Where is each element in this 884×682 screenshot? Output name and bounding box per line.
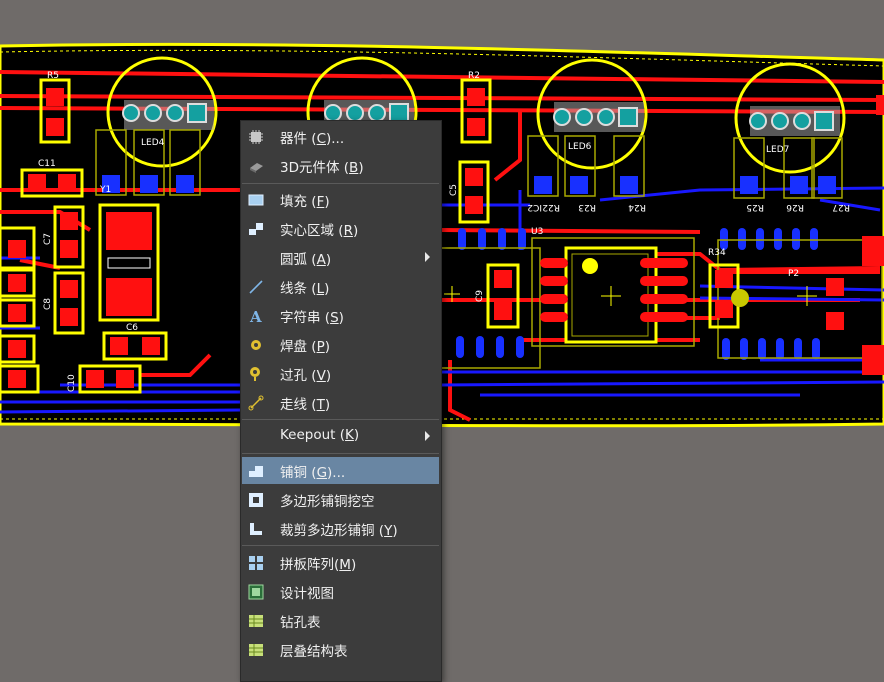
menu-item-label: Keepout (K) xyxy=(280,427,360,443)
menu-item-string[interactable]: A 字符串 (S) xyxy=(242,302,439,329)
menu-item-line[interactable]: 线条 (L) xyxy=(242,273,439,300)
svg-text:U3: U3 xyxy=(531,227,543,237)
menu-item-label: 器件 (C)... xyxy=(280,131,345,147)
menu-item-label: 铺铜 (G)... xyxy=(280,465,346,481)
drill-table-icon xyxy=(248,613,264,629)
menu-item-label: 走线 (T) xyxy=(280,397,331,413)
region-icon xyxy=(248,221,264,237)
menu-item-label: 填充 (F) xyxy=(280,194,330,210)
svg-text:R24: R24 xyxy=(628,202,646,212)
layer-stack-icon xyxy=(248,642,264,658)
menu-separator xyxy=(242,453,439,454)
svg-text:R5: R5 xyxy=(47,71,59,81)
svg-text:R22: R22 xyxy=(542,202,560,212)
menu-item-keepout[interactable]: Keepout (K) xyxy=(242,423,439,450)
chip-icon xyxy=(248,129,264,145)
line-icon xyxy=(248,279,264,295)
svg-text:C8: C8 xyxy=(43,298,53,310)
menu-item-polygon-pour[interactable]: 铺铜 (G)... xyxy=(242,457,439,484)
polygon-pour-icon xyxy=(248,463,264,479)
svg-text:A: A xyxy=(249,308,262,324)
menu-item-drill-table[interactable]: 钻孔表 xyxy=(242,607,439,634)
menu-item-polygon-cutout[interactable]: 多边形铺铜挖空 xyxy=(242,486,439,513)
submenu-arrow-icon xyxy=(425,252,430,262)
menu-separator xyxy=(242,183,439,184)
menu-item-fill[interactable]: 填充 (F) xyxy=(242,186,439,213)
menu-item-label: 字符串 (S) xyxy=(280,310,344,326)
svg-text:P2: P2 xyxy=(788,269,799,279)
menu-item-label: 圆弧 (A) xyxy=(280,252,332,268)
menu-item-solid-region[interactable]: 实心区域 (R) xyxy=(242,215,439,242)
via-icon xyxy=(248,366,264,382)
svg-text:C10: C10 xyxy=(67,374,77,392)
menu-item-arc[interactable]: 圆弧 (A) xyxy=(242,244,439,271)
svg-text:C6: C6 xyxy=(126,323,138,333)
menu-item-label: 焊盘 (P) xyxy=(280,339,330,355)
menu-item-track[interactable]: 走线 (T) xyxy=(242,389,439,416)
svg-text:R23: R23 xyxy=(578,202,596,212)
submenu-arrow-icon xyxy=(425,431,430,441)
svg-text:LED4: LED4 xyxy=(141,138,165,148)
svg-text:C11: C11 xyxy=(38,159,56,169)
track-icon xyxy=(248,395,264,411)
svg-text:LED7: LED7 xyxy=(766,145,789,155)
menu-item-label: 拼板阵列(M) xyxy=(280,557,357,573)
svg-text:C7: C7 xyxy=(43,233,53,245)
menu-item-panel-array[interactable]: 拼板阵列(M) xyxy=(242,549,439,576)
svg-text:C5: C5 xyxy=(449,184,459,196)
place-context-menu: 器件 (C)... 3D元件体 (B) 填充 (F) 实心区域 (R) 圆弧 (A) 线条… xyxy=(240,120,442,682)
menu-item-label: 设计视图 xyxy=(280,586,334,602)
menu-item-via[interactable]: 过孔 (V) xyxy=(242,360,439,387)
menu-item-label: 过孔 (V) xyxy=(280,368,332,384)
arc-icon xyxy=(248,250,264,266)
menu-item-label: 钻孔表 xyxy=(280,615,321,631)
cutout-icon xyxy=(248,492,264,508)
svg-text:LED6: LED6 xyxy=(568,142,592,152)
svg-text:IC2: IC2 xyxy=(527,202,542,212)
svg-text:C9: C9 xyxy=(475,290,485,302)
menu-separator xyxy=(242,419,439,420)
menu-item-label: 层叠结构表 xyxy=(280,644,348,660)
menu-item-label: 线条 (L) xyxy=(280,281,330,297)
fill-icon xyxy=(248,192,264,208)
svg-text:Y1: Y1 xyxy=(99,185,111,195)
svg-text:R25: R25 xyxy=(746,202,764,212)
menu-item-3d-body[interactable]: 3D元件体 (B) xyxy=(242,152,439,179)
array-icon xyxy=(248,555,264,571)
menu-item-design-view[interactable]: 设计视图 xyxy=(242,578,439,605)
svg-text:R2: R2 xyxy=(468,71,480,81)
menu-item-components[interactable]: 器件 (C)... xyxy=(242,123,439,150)
menu-item-label: 实心区域 (R) xyxy=(280,223,359,239)
svg-text:R34: R34 xyxy=(708,248,726,258)
text-icon: A xyxy=(248,308,264,326)
menu-item-label: 裁剪多边形铺铜 (Y) xyxy=(280,523,398,539)
slice-icon xyxy=(248,521,264,537)
pad-icon xyxy=(248,337,264,353)
svg-text:R27: R27 xyxy=(832,202,850,212)
3d-body-icon xyxy=(248,158,264,174)
svg-text:R26: R26 xyxy=(786,202,804,212)
pcb-canvas[interactable]: R5 LED4 C11 Y1 C7 C8 C6 C10 R2 C5 U3 C9 … xyxy=(0,0,884,673)
menu-item-slice-polygon[interactable]: 裁剪多边形铺铜 (Y) xyxy=(242,515,439,542)
menu-item-layer-stack-table[interactable]: 层叠结构表 xyxy=(242,636,439,663)
design-view-icon xyxy=(248,584,264,600)
menu-item-label: 3D元件体 (B) xyxy=(280,160,364,176)
menu-item-pad[interactable]: 焊盘 (P) xyxy=(242,331,439,358)
menu-item-label: 多边形铺铜挖空 xyxy=(280,494,375,510)
menu-separator xyxy=(242,545,439,546)
